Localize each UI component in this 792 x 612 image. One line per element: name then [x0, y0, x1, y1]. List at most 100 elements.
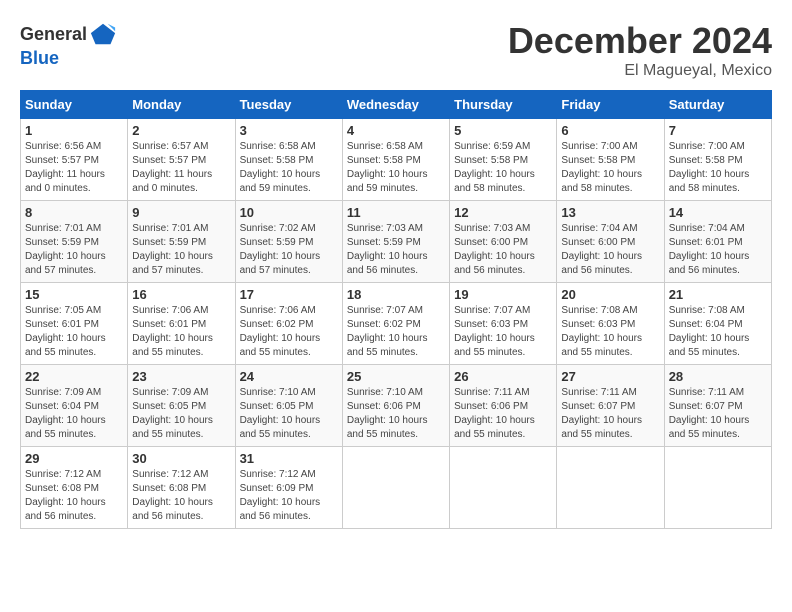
calendar-day-cell: 16 Sunrise: 7:06 AMSunset: 6:01 PMDaylig…: [128, 283, 235, 365]
day-info: Sunrise: 7:12 AMSunset: 6:09 PMDaylight:…: [240, 469, 321, 522]
day-info: Sunrise: 7:10 AMSunset: 6:06 PMDaylight:…: [347, 387, 428, 440]
day-info: Sunrise: 6:57 AMSunset: 5:57 PMDaylight:…: [132, 141, 212, 194]
calendar-day-cell: 1 Sunrise: 6:56 AMSunset: 5:57 PMDayligh…: [21, 119, 128, 201]
weekday-header-cell: Wednesday: [342, 91, 449, 119]
calendar-week-row: 15 Sunrise: 7:05 AMSunset: 6:01 PMDaylig…: [21, 283, 772, 365]
calendar-day-cell: 19 Sunrise: 7:07 AMSunset: 6:03 PMDaylig…: [450, 283, 557, 365]
calendar-day-cell: [664, 447, 771, 529]
day-info: Sunrise: 7:04 AMSunset: 6:00 PMDaylight:…: [561, 223, 642, 276]
calendar-day-cell: 15 Sunrise: 7:05 AMSunset: 6:01 PMDaylig…: [21, 283, 128, 365]
calendar-day-cell: 9 Sunrise: 7:01 AMSunset: 5:59 PMDayligh…: [128, 201, 235, 283]
day-number: 21: [669, 287, 767, 302]
day-number: 18: [347, 287, 445, 302]
day-number: 14: [669, 205, 767, 220]
day-info: Sunrise: 7:01 AMSunset: 5:59 PMDaylight:…: [25, 223, 106, 276]
calendar-day-cell: 6 Sunrise: 7:00 AMSunset: 5:58 PMDayligh…: [557, 119, 664, 201]
logo-blue: Blue: [20, 48, 59, 68]
day-number: 16: [132, 287, 230, 302]
calendar-day-cell: 31 Sunrise: 7:12 AMSunset: 6:09 PMDaylig…: [235, 447, 342, 529]
day-number: 31: [240, 451, 338, 466]
calendar-day-cell: 7 Sunrise: 7:00 AMSunset: 5:58 PMDayligh…: [664, 119, 771, 201]
logo-general: General: [20, 24, 87, 45]
day-number: 15: [25, 287, 123, 302]
title-area: December 2024 El Magueyal, Mexico: [508, 20, 772, 80]
calendar-day-cell: 2 Sunrise: 6:57 AMSunset: 5:57 PMDayligh…: [128, 119, 235, 201]
day-info: Sunrise: 7:06 AMSunset: 6:01 PMDaylight:…: [132, 305, 213, 358]
calendar-day-cell: 12 Sunrise: 7:03 AMSunset: 6:00 PMDaylig…: [450, 201, 557, 283]
calendar-day-cell: 3 Sunrise: 6:58 AMSunset: 5:58 PMDayligh…: [235, 119, 342, 201]
calendar-day-cell: 24 Sunrise: 7:10 AMSunset: 6:05 PMDaylig…: [235, 365, 342, 447]
calendar-day-cell: 11 Sunrise: 7:03 AMSunset: 5:59 PMDaylig…: [342, 201, 449, 283]
day-number: 23: [132, 369, 230, 384]
day-number: 1: [25, 123, 123, 138]
day-info: Sunrise: 7:00 AMSunset: 5:58 PMDaylight:…: [669, 141, 750, 194]
day-number: 2: [132, 123, 230, 138]
day-number: 5: [454, 123, 552, 138]
calendar-day-cell: [342, 447, 449, 529]
calendar-week-row: 29 Sunrise: 7:12 AMSunset: 6:08 PMDaylig…: [21, 447, 772, 529]
day-number: 12: [454, 205, 552, 220]
day-info: Sunrise: 7:08 AMSunset: 6:04 PMDaylight:…: [669, 305, 750, 358]
day-info: Sunrise: 7:11 AMSunset: 6:06 PMDaylight:…: [454, 387, 535, 440]
calendar-day-cell: 22 Sunrise: 7:09 AMSunset: 6:04 PMDaylig…: [21, 365, 128, 447]
day-info: Sunrise: 7:00 AMSunset: 5:58 PMDaylight:…: [561, 141, 642, 194]
month-title: December 2024: [508, 20, 772, 62]
weekday-header-cell: Saturday: [664, 91, 771, 119]
calendar-week-row: 8 Sunrise: 7:01 AMSunset: 5:59 PMDayligh…: [21, 201, 772, 283]
calendar-day-cell: 21 Sunrise: 7:08 AMSunset: 6:04 PMDaylig…: [664, 283, 771, 365]
weekday-header-cell: Friday: [557, 91, 664, 119]
day-info: Sunrise: 7:12 AMSunset: 6:08 PMDaylight:…: [25, 469, 106, 522]
calendar-week-row: 22 Sunrise: 7:09 AMSunset: 6:04 PMDaylig…: [21, 365, 772, 447]
calendar-week-row: 1 Sunrise: 6:56 AMSunset: 5:57 PMDayligh…: [21, 119, 772, 201]
day-info: Sunrise: 7:01 AMSunset: 5:59 PMDaylight:…: [132, 223, 213, 276]
day-number: 4: [347, 123, 445, 138]
day-info: Sunrise: 7:11 AMSunset: 6:07 PMDaylight:…: [561, 387, 642, 440]
day-number: 20: [561, 287, 659, 302]
day-number: 17: [240, 287, 338, 302]
calendar-day-cell: 28 Sunrise: 7:11 AMSunset: 6:07 PMDaylig…: [664, 365, 771, 447]
calendar-body: 1 Sunrise: 6:56 AMSunset: 5:57 PMDayligh…: [21, 119, 772, 529]
calendar-day-cell: [450, 447, 557, 529]
day-number: 19: [454, 287, 552, 302]
day-info: Sunrise: 7:06 AMSunset: 6:02 PMDaylight:…: [240, 305, 321, 358]
calendar-day-cell: [557, 447, 664, 529]
day-info: Sunrise: 6:56 AMSunset: 5:57 PMDaylight:…: [25, 141, 105, 194]
day-info: Sunrise: 7:03 AMSunset: 5:59 PMDaylight:…: [347, 223, 428, 276]
day-info: Sunrise: 7:09 AMSunset: 6:04 PMDaylight:…: [25, 387, 106, 440]
weekday-header-row: SundayMondayTuesdayWednesdayThursdayFrid…: [21, 91, 772, 119]
calendar: SundayMondayTuesdayWednesdayThursdayFrid…: [20, 90, 772, 529]
calendar-day-cell: 14 Sunrise: 7:04 AMSunset: 6:01 PMDaylig…: [664, 201, 771, 283]
day-info: Sunrise: 7:09 AMSunset: 6:05 PMDaylight:…: [132, 387, 213, 440]
day-number: 24: [240, 369, 338, 384]
day-number: 28: [669, 369, 767, 384]
calendar-day-cell: 13 Sunrise: 7:04 AMSunset: 6:00 PMDaylig…: [557, 201, 664, 283]
day-info: Sunrise: 6:58 AMSunset: 5:58 PMDaylight:…: [240, 141, 321, 194]
location-title: El Magueyal, Mexico: [508, 62, 772, 80]
calendar-day-cell: 25 Sunrise: 7:10 AMSunset: 6:06 PMDaylig…: [342, 365, 449, 447]
calendar-day-cell: 8 Sunrise: 7:01 AMSunset: 5:59 PMDayligh…: [21, 201, 128, 283]
calendar-day-cell: 18 Sunrise: 7:07 AMSunset: 6:02 PMDaylig…: [342, 283, 449, 365]
day-info: Sunrise: 7:12 AMSunset: 6:08 PMDaylight:…: [132, 469, 213, 522]
day-number: 13: [561, 205, 659, 220]
day-number: 7: [669, 123, 767, 138]
day-info: Sunrise: 7:08 AMSunset: 6:03 PMDaylight:…: [561, 305, 642, 358]
day-info: Sunrise: 7:04 AMSunset: 6:01 PMDaylight:…: [669, 223, 750, 276]
weekday-header-cell: Monday: [128, 91, 235, 119]
day-number: 29: [25, 451, 123, 466]
day-number: 8: [25, 205, 123, 220]
calendar-day-cell: 23 Sunrise: 7:09 AMSunset: 6:05 PMDaylig…: [128, 365, 235, 447]
day-number: 22: [25, 369, 123, 384]
day-number: 3: [240, 123, 338, 138]
logo-icon: [89, 20, 117, 48]
calendar-day-cell: 20 Sunrise: 7:08 AMSunset: 6:03 PMDaylig…: [557, 283, 664, 365]
calendar-day-cell: 29 Sunrise: 7:12 AMSunset: 6:08 PMDaylig…: [21, 447, 128, 529]
header: General Blue December 2024 El Magueyal, …: [20, 20, 772, 80]
calendar-day-cell: 26 Sunrise: 7:11 AMSunset: 6:06 PMDaylig…: [450, 365, 557, 447]
weekday-header-cell: Sunday: [21, 91, 128, 119]
logo: General Blue: [20, 20, 117, 69]
calendar-day-cell: 10 Sunrise: 7:02 AMSunset: 5:59 PMDaylig…: [235, 201, 342, 283]
weekday-header-cell: Tuesday: [235, 91, 342, 119]
calendar-day-cell: 27 Sunrise: 7:11 AMSunset: 6:07 PMDaylig…: [557, 365, 664, 447]
day-number: 26: [454, 369, 552, 384]
day-info: Sunrise: 7:07 AMSunset: 6:02 PMDaylight:…: [347, 305, 428, 358]
